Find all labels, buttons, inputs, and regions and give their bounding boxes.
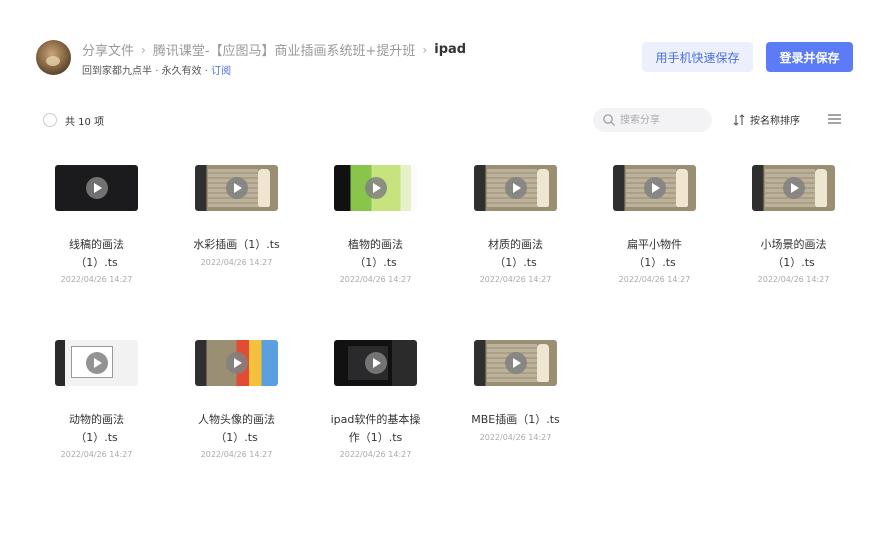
breadcrumb: 分享文件 › 腾讯课堂-【应图马】商业插画系统班+提升班 › ipad — [82, 40, 466, 59]
file-item[interactable]: 水彩插画（1）.ts 2022/04/26 14:27 — [176, 158, 297, 298]
file-name-line: MBE插画（1）.ts — [471, 413, 560, 426]
search-input[interactable] — [620, 112, 705, 128]
play-icon — [365, 352, 387, 374]
file-name[interactable]: 线稿的画法 （1）.ts — [36, 236, 157, 272]
file-date: 2022/04/26 14:27 — [339, 275, 412, 284]
file-name[interactable]: 材质的画法 （1）.ts — [455, 236, 576, 272]
chevron-right-icon: › — [422, 42, 428, 57]
video-thumbnail[interactable] — [613, 165, 696, 211]
login-save-button[interactable]: 登录并保存 — [766, 42, 853, 72]
video-thumbnail[interactable] — [474, 165, 557, 211]
select-all-checkbox[interactable] — [43, 113, 57, 127]
file-name-line: ipad软件的基本操 — [330, 413, 421, 426]
video-thumbnail[interactable] — [752, 165, 835, 211]
file-name-line: 水彩插画（1）.ts — [193, 238, 280, 251]
file-date: 2022/04/26 14:27 — [479, 275, 552, 284]
video-thumbnail[interactable] — [195, 340, 278, 386]
file-name[interactable]: 扁平小物件 （1）.ts — [594, 236, 715, 272]
file-name-line: 小场景的画法 — [760, 238, 827, 251]
validity: 永久有效 — [161, 66, 202, 77]
mobile-save-button[interactable]: 用手机快速保存 — [642, 42, 753, 72]
file-name[interactable]: 植物的画法 （1）.ts — [315, 236, 436, 272]
video-thumbnail[interactable] — [195, 165, 278, 211]
file-date: 2022/04/26 14:27 — [60, 450, 133, 459]
video-thumbnail[interactable] — [55, 340, 138, 386]
file-item[interactable]: 人物头像的画法 （1）.ts 2022/04/26 14:27 — [176, 333, 297, 473]
file-date: 2022/04/26 14:27 — [200, 450, 273, 459]
file-date: 2022/04/26 14:27 — [479, 433, 552, 442]
subscribe-link[interactable]: 订阅 — [211, 66, 231, 77]
file-name-line: 动物的画法 — [69, 413, 124, 426]
file-item[interactable]: 材质的画法 （1）.ts 2022/04/26 14:27 — [455, 158, 576, 298]
share-header: 分享文件 › 腾讯课堂-【应图马】商业插画系统班+提升班 › ipad 回到家都… — [36, 38, 856, 78]
video-thumbnail[interactable] — [474, 340, 557, 386]
file-item[interactable]: 扁平小物件 （1）.ts 2022/04/26 14:27 — [594, 158, 715, 298]
file-name-line: 植物的画法 — [348, 238, 403, 251]
breadcrumb-folder[interactable]: 腾讯课堂-【应图马】商业插画系统班+提升班 — [153, 40, 416, 59]
file-name-line: 材质的画法 — [488, 238, 543, 251]
file-date: 2022/04/26 14:27 — [757, 275, 830, 284]
search-box[interactable] — [593, 108, 712, 132]
file-name-line: 扁平小物件 — [627, 238, 682, 251]
play-icon — [226, 177, 248, 199]
chevron-right-icon: › — [141, 42, 146, 57]
play-icon — [644, 177, 666, 199]
share-info: 回到家都九点半 · 永久有效 · 订阅 — [82, 62, 231, 77]
file-item[interactable]: 线稿的画法 （1）.ts 2022/04/26 14:27 — [36, 158, 157, 298]
video-thumbnail[interactable] — [334, 165, 417, 211]
sort-icon — [733, 113, 745, 126]
toolbar: 共 10 项 按名称排序 — [43, 108, 843, 132]
file-date: 2022/04/26 14:27 — [60, 275, 133, 284]
search-icon — [603, 114, 615, 126]
breadcrumb-root[interactable]: 分享文件 — [82, 40, 134, 59]
file-item[interactable]: ipad软件的基本操 作（1）.ts 2022/04/26 14:27 — [315, 333, 436, 473]
file-name[interactable]: 小场景的画法 （1）.ts — [733, 236, 854, 272]
breadcrumb-current: ipad — [434, 42, 467, 57]
file-name[interactable]: ipad软件的基本操 作（1）.ts — [315, 411, 436, 447]
item-count: 共 10 项 — [65, 117, 105, 128]
file-date: 2022/04/26 14:27 — [618, 275, 691, 284]
file-name-line: （1）.ts — [633, 256, 676, 269]
file-name-line: （1）.ts — [75, 256, 118, 269]
sort-button[interactable]: 按名称排序 — [733, 112, 800, 127]
video-thumbnail[interactable] — [55, 165, 138, 211]
play-icon — [505, 177, 527, 199]
video-thumbnail[interactable] — [334, 340, 417, 386]
avatar[interactable] — [36, 40, 71, 75]
file-name-line: （1）.ts — [75, 431, 118, 444]
play-icon — [365, 177, 387, 199]
file-name-line: 作（1）.ts — [348, 431, 403, 444]
file-name-line: （1）.ts — [354, 256, 397, 269]
play-icon — [86, 352, 108, 374]
file-name[interactable]: 人物头像的画法 （1）.ts — [176, 411, 297, 447]
file-name-line: 人物头像的画法 — [198, 413, 275, 426]
list-view-icon[interactable] — [828, 113, 841, 125]
play-icon — [226, 352, 248, 374]
file-date: 2022/04/26 14:27 — [339, 450, 412, 459]
file-item[interactable]: 植物的画法 （1）.ts 2022/04/26 14:27 — [315, 158, 436, 298]
file-name-line: （1）.ts — [772, 256, 815, 269]
file-item[interactable]: MBE插画（1）.ts 2022/04/26 14:27 — [455, 333, 576, 473]
file-item[interactable]: 动物的画法 （1）.ts 2022/04/26 14:27 — [36, 333, 157, 473]
file-date: 2022/04/26 14:27 — [200, 258, 273, 267]
file-item[interactable]: 小场景的画法 （1）.ts 2022/04/26 14:27 — [733, 158, 854, 298]
sort-label: 按名称排序 — [750, 116, 800, 127]
file-name[interactable]: MBE插画（1）.ts — [455, 411, 576, 429]
sharer-name: 回到家都九点半 — [82, 66, 152, 77]
file-name[interactable]: 水彩插画（1）.ts — [176, 236, 297, 254]
file-name[interactable]: 动物的画法 （1）.ts — [36, 411, 157, 447]
play-icon — [783, 177, 805, 199]
file-name-line: （1）.ts — [215, 431, 258, 444]
play-icon — [86, 177, 108, 199]
file-name-line: （1）.ts — [494, 256, 537, 269]
play-icon — [505, 352, 527, 374]
file-name-line: 线稿的画法 — [69, 238, 124, 251]
